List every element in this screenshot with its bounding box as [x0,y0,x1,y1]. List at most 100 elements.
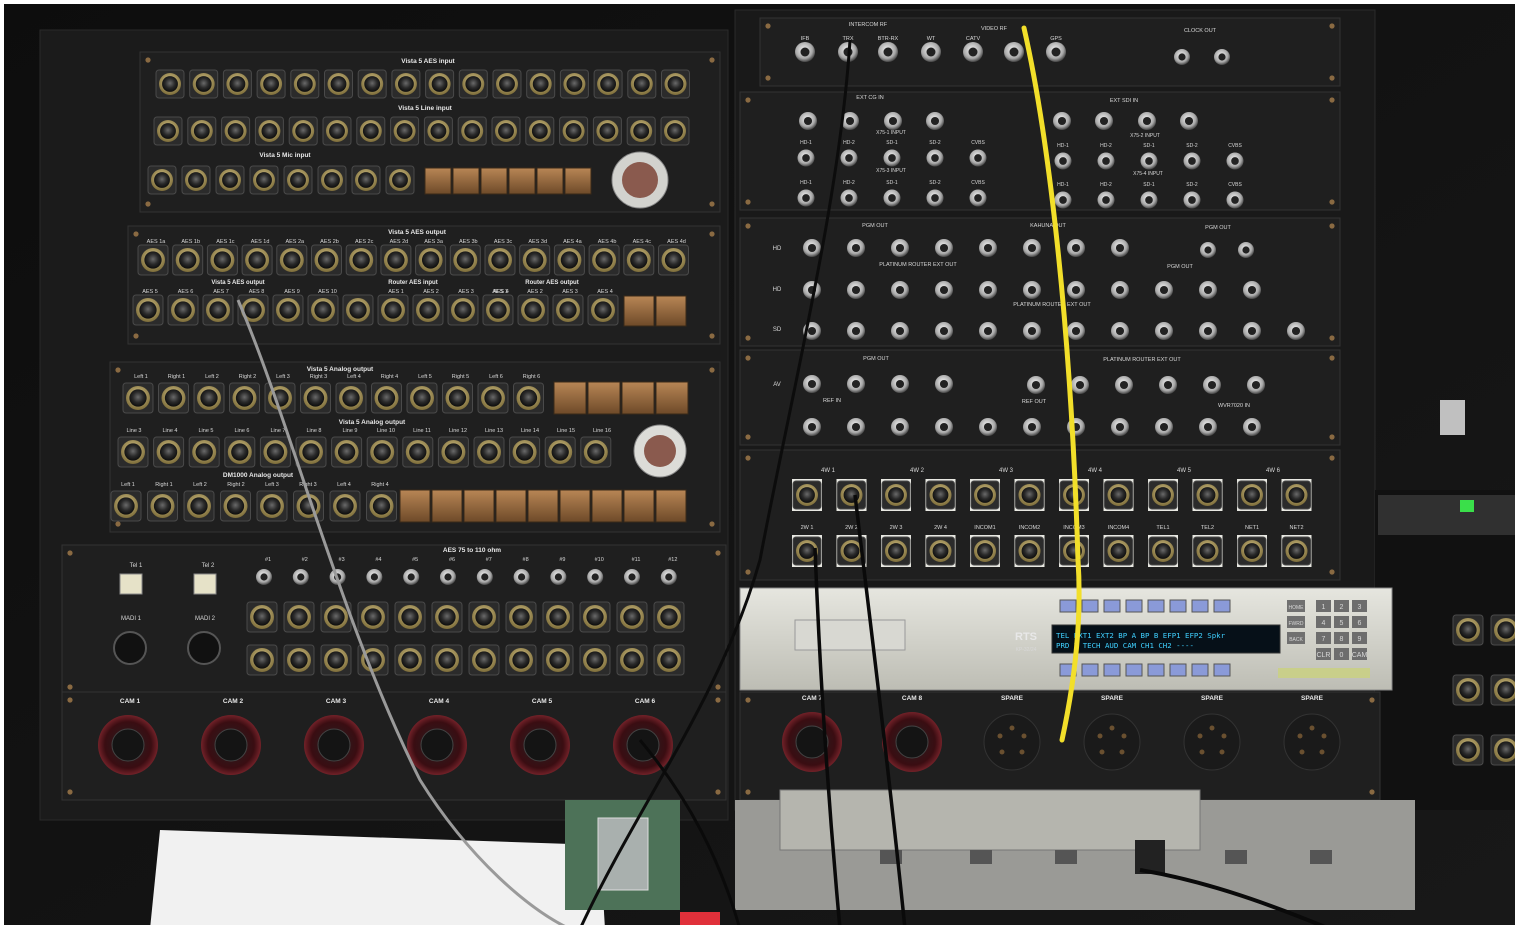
camera-connector-center [523,728,557,762]
bnc-connector [891,239,909,257]
xlr-socket [559,301,577,319]
xlr-connector [221,116,251,146]
xlr-connector [517,294,549,326]
intercom-display-line1: TEL EXT1 EXT2 BP A BP B EFP1 EFP2 Spkr [1056,631,1226,640]
xlr-connector [402,436,434,468]
spare-screw [999,749,1005,755]
tel-label: Tel 1 [130,563,143,569]
intercom-model: KP-32/24 [1016,647,1037,653]
panel-screw [145,201,151,207]
analog-output-label: Left 5 [418,374,432,380]
xlr-connector [167,294,199,326]
xlr-connector [553,244,585,276]
twow-label: NET1 [1245,525,1259,531]
xlr-connector [256,490,288,522]
xlr-connector [970,536,1000,566]
bnc-center [1051,47,1061,57]
aes75-label: #4 [375,557,381,563]
bnc-center [974,194,982,202]
bnc-connector [1199,322,1217,340]
bnc-center [895,379,905,389]
cam-label: CAM 6 [635,698,656,705]
xlr-socket [660,651,678,669]
camera-connector-center [317,728,351,762]
xlr-connector [626,116,656,146]
spare-connector [983,713,1041,771]
xlr-connector [1193,536,1222,566]
bnc-connector [1174,49,1190,65]
twow-label: INCOM3 [1063,525,1084,531]
xlr-socket [154,172,170,188]
spare-screw [997,733,1003,739]
hd-label: SD-2 [929,140,941,146]
panel-screw [1329,75,1335,81]
bnc-connector [797,189,815,207]
bnc-center [968,47,978,57]
twow-label: TEL2 [1201,525,1214,531]
bnc-connector [926,189,944,207]
panel-screw [745,569,751,575]
router-aes-input-title: Router AES input [388,280,437,286]
bnc-center [802,154,810,162]
aes-output2-label: AES 10 [318,289,337,295]
panel-screw [133,333,139,339]
bnc-center [591,573,599,581]
bnc-connector [891,418,909,436]
panel-screw [1329,455,1335,461]
bnc-center [895,422,905,432]
bnc-center [845,116,855,126]
ref-out-title: REF OUT [1022,399,1047,405]
xlr-socket [329,123,345,139]
panel-screw [745,199,751,205]
power-plug [1135,840,1165,874]
xlr-socket [144,251,162,269]
bnc-connector [803,239,821,257]
xlr-socket [409,443,427,461]
hd-label: SD-1 [886,140,898,146]
bnc-center [665,573,673,581]
hd-label: SD-2 [929,180,941,186]
bnc-connector [1095,112,1113,130]
keypad-key-label: 1 [1322,604,1326,611]
xlr-connector [653,644,685,676]
xlr-socket [660,608,678,626]
camera-connector-center [111,728,145,762]
panel-screw [745,789,751,795]
xlr-connector [187,116,217,146]
bnc-center [800,47,810,57]
bnc-center [1115,285,1125,295]
aes-output-label: AES 1c [216,239,235,245]
multipin-connector-2 [633,424,687,478]
bnc-center [888,194,896,202]
side-label-sticker [1440,400,1465,435]
xlr-connector [437,436,469,468]
bnc-center [1115,243,1125,253]
xlr-connector [505,601,537,633]
bnc-connector [883,149,901,167]
bnc-center [1059,157,1067,165]
xlr-socket [799,543,815,559]
xlr-socket [431,76,448,92]
xlr-connector [881,536,911,566]
xlr-socket [244,301,262,319]
xlr-socket [551,443,569,461]
intercom-brand: RTS [1015,631,1037,643]
analog-output2-label: Line 14 [521,428,539,434]
bnc-center [983,243,993,253]
xlr-connector [246,644,278,676]
xlr-connector [1193,480,1222,510]
aes75-label: #9 [559,557,565,563]
dm1000-title: DM1000 Analog output [223,472,294,479]
aes75-label: #6 [449,557,455,563]
blank-plate [623,489,655,523]
dm1000-label: Right 2 [227,482,244,488]
twow-label: 2W 4 [934,525,947,531]
xlr-connector [660,116,690,146]
bnc-connector [803,375,821,393]
xlr-socket [587,443,605,461]
xlr-connector [322,116,352,146]
bnc-center [1027,326,1037,336]
xlr-connector [505,644,537,676]
xlr-socket [330,76,347,92]
panel-screw [709,231,715,237]
